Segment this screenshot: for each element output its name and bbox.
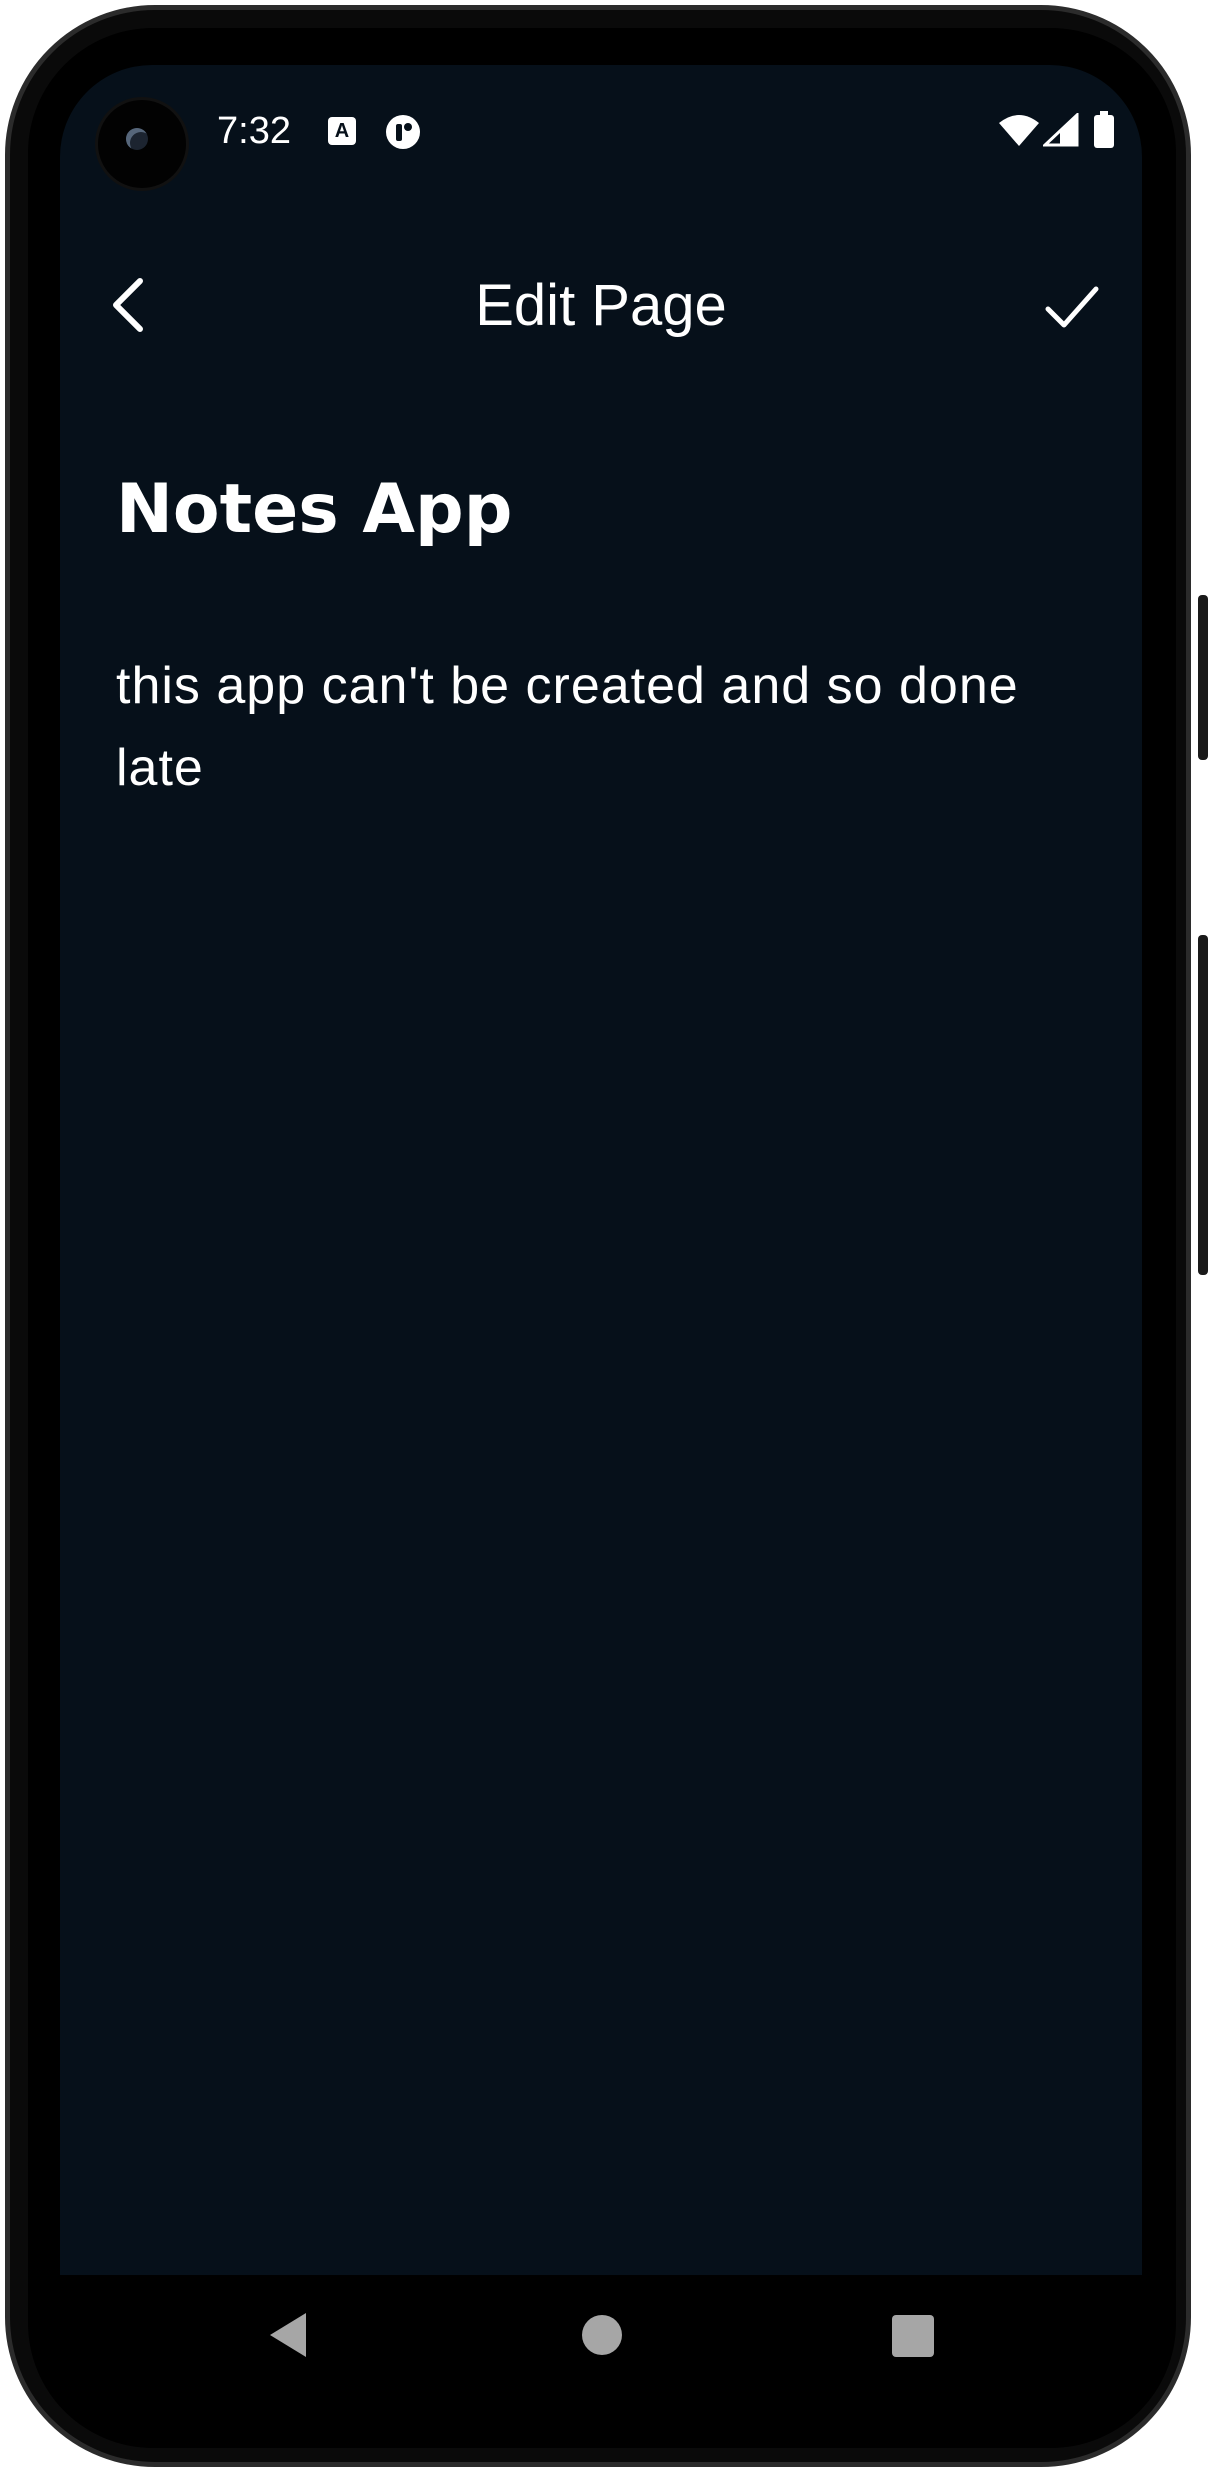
a-badge-icon: A (328, 117, 356, 145)
wifi-icon (999, 115, 1039, 146)
volume-button (1198, 935, 1208, 1275)
nav-recents-icon[interactable] (892, 2315, 934, 2357)
signal-icon (1043, 113, 1079, 147)
note-title-field[interactable]: Notes App (116, 465, 1086, 555)
nav-home-icon[interactable] (582, 2315, 622, 2355)
status-bar: 7:32 A (60, 65, 1142, 205)
phone-frame: 7:32 A Edit Page Notes App this app can'… (0, 0, 1211, 2474)
front-camera (98, 100, 186, 188)
nav-back-icon[interactable] (266, 2311, 310, 2359)
power-button (1198, 595, 1208, 760)
chevron-left-icon[interactable] (100, 275, 160, 335)
app-bar: Edit Page (60, 235, 1142, 375)
app-notification-icon (386, 115, 420, 149)
check-icon[interactable] (1040, 275, 1104, 339)
camera-lens (126, 128, 148, 150)
screen: 7:32 A Edit Page Notes App this app can'… (60, 65, 1142, 2275)
navigation-bar (60, 2275, 1142, 2405)
page-title: Edit Page (475, 273, 727, 338)
note-body-field[interactable]: this app can't be created and so done la… (116, 645, 1096, 809)
battery-icon (1094, 111, 1114, 148)
status-time: 7:32 (217, 110, 291, 152)
